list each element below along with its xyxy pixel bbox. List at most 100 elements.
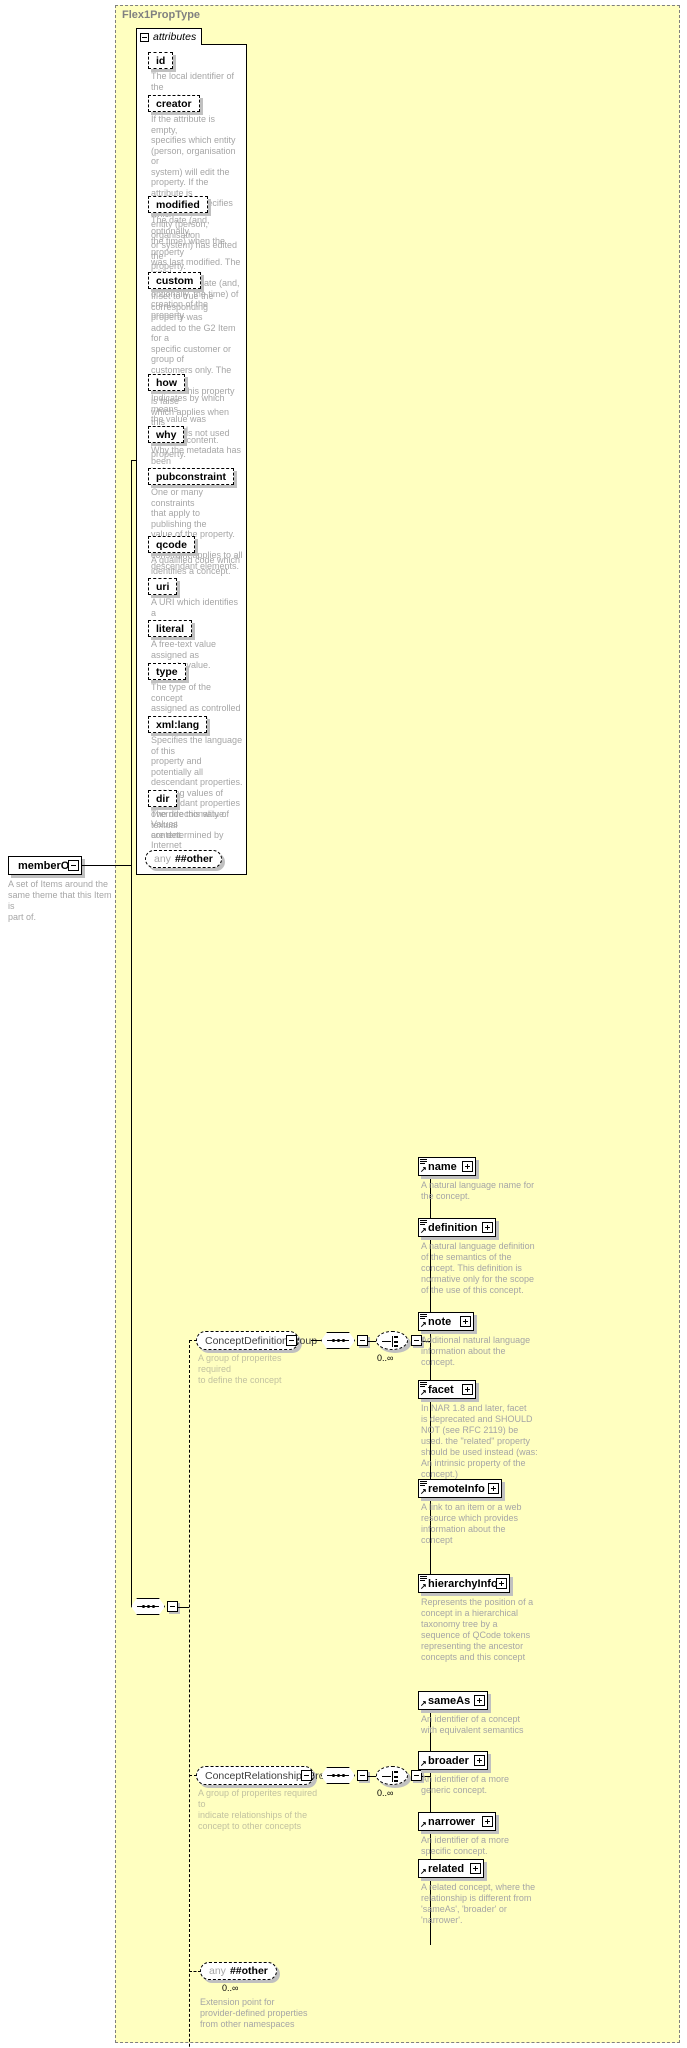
- element-label: related: [428, 1862, 465, 1875]
- wire-sequence1-to-choice: [368, 1341, 376, 1342]
- expand-collapse-icon[interactable]: [286, 1335, 297, 1346]
- choice-dot-icon: [394, 1780, 398, 1782]
- sequence-symbol-group1[interactable]: [321, 1332, 355, 1349]
- element-node-related[interactable]: ↗ related: [418, 1859, 484, 1878]
- sequence-group2-collapse-icon[interactable]: [357, 1770, 368, 1781]
- element-node-facet[interactable]: ↗ facet: [418, 1380, 476, 1399]
- annotation-arrow-icon: ↗: [420, 1699, 427, 1708]
- expand-icon[interactable]: [470, 1863, 481, 1874]
- schema-diagram-canvas: Flex1PropType attributes id The local id…: [0, 0, 687, 2048]
- wire-seq-to-branch: [178, 1607, 189, 1608]
- content-any-other-node[interactable]: any ##other: [200, 1962, 277, 1980]
- sequence-root-collapse-icon[interactable]: [167, 1601, 178, 1612]
- attribute-label: how: [156, 376, 177, 389]
- element-label: note: [428, 1315, 452, 1328]
- sequence-group1-collapse-icon[interactable]: [357, 1335, 368, 1346]
- element-node-remoteinfo[interactable]: ↗ remoteInfo: [418, 1479, 502, 1498]
- element-node-name[interactable]: ↗ name: [418, 1157, 476, 1176]
- attribute-label: type: [156, 665, 178, 678]
- element-label: narrower: [428, 1815, 476, 1828]
- choice-dot-icon: [394, 1771, 398, 1773]
- root-element-memberof[interactable]: memberOf: [8, 856, 82, 875]
- choice-bar-icon: [392, 1771, 393, 1782]
- choice-dot-icon: [394, 1336, 398, 1338]
- element-description: An identifier of a more generic concept.: [421, 1774, 510, 1795]
- attribute-node-pubconstraint[interactable]: pubconstraint: [148, 468, 234, 485]
- element-label: facet: [428, 1383, 454, 1396]
- element-node-sameas[interactable]: ↗ sameAs: [418, 1691, 488, 1710]
- group-label: ConceptRelationshipsGroup: [205, 1769, 337, 1782]
- cardinality-group1: 0..∞: [377, 1353, 394, 1363]
- annotation-arrow-icon: ↗: [420, 1759, 427, 1768]
- wire-memberof-to-trunk: [82, 865, 131, 866]
- element-node-broader[interactable]: ↗ broader: [418, 1751, 488, 1770]
- attribute-node-custom[interactable]: custom: [148, 272, 202, 289]
- attribute-any-other-node[interactable]: any ##other: [145, 850, 222, 868]
- expand-icon[interactable]: [482, 1222, 493, 1233]
- attributes-collapse-icon[interactable]: [140, 32, 149, 42]
- expand-collapse-icon[interactable]: [301, 1770, 312, 1781]
- expand-icon[interactable]: [496, 1578, 507, 1589]
- cardinality-group2: 0..∞: [377, 1788, 394, 1798]
- attribute-node-id[interactable]: id: [148, 52, 174, 69]
- attribute-label: dir: [156, 792, 170, 805]
- any-prefix-label: any: [154, 853, 171, 865]
- expand-icon[interactable]: [488, 1483, 499, 1494]
- attribute-label: modified: [156, 198, 200, 211]
- attribute-node-qcode[interactable]: qcode: [148, 536, 195, 553]
- annotation-arrow-icon: ↗: [420, 1487, 427, 1496]
- element-node-narrower[interactable]: ↗ narrower: [418, 1812, 496, 1831]
- element-description: A link to an item or a web resource whic…: [421, 1502, 522, 1545]
- expand-icon[interactable]: [460, 1316, 471, 1327]
- choice-inlet: [382, 1776, 391, 1777]
- attribute-node-creator[interactable]: creator: [148, 95, 200, 112]
- group-node-conceptrelationshipsgroup[interactable]: ConceptRelationshipsGroup: [196, 1766, 336, 1785]
- attribute-node-dir[interactable]: dir: [148, 790, 178, 807]
- element-label: hierarchyInfo: [428, 1577, 498, 1590]
- element-node-definition[interactable]: ↗ definition: [418, 1218, 496, 1237]
- attribute-label: literal: [156, 622, 185, 635]
- element-description: Represents the position of a concept in …: [421, 1597, 534, 1662]
- complex-type-title: Flex1PropType: [122, 9, 201, 21]
- expand-icon[interactable]: [462, 1161, 473, 1172]
- attribute-label: xml:lang: [156, 718, 200, 731]
- expand-icon[interactable]: [474, 1695, 485, 1706]
- group-node-conceptdefinitiongroup[interactable]: ConceptDefinitionGroup: [196, 1331, 317, 1350]
- element-node-hierarchyinfo[interactable]: ↗ hierarchyInfo: [418, 1574, 510, 1593]
- attribute-node-literal[interactable]: literal: [148, 620, 193, 637]
- element-label: sameAs: [428, 1694, 471, 1707]
- expand-icon[interactable]: [462, 1384, 473, 1395]
- attribute-node-type[interactable]: type: [148, 663, 186, 680]
- element-description: A natural language definition of the sem…: [421, 1241, 535, 1295]
- wire-branch-vertical: [189, 1340, 190, 2048]
- any-namespace-label: ##other: [229, 1965, 268, 1977]
- wire-sequence2-to-choice: [368, 1776, 376, 1777]
- sequence-symbol-group2[interactable]: [321, 1767, 355, 1784]
- attribute-node-how[interactable]: how: [148, 374, 185, 391]
- element-description: Additional natural language information …: [421, 1335, 531, 1367]
- choice-symbol-group2[interactable]: [376, 1766, 408, 1785]
- choice-bar-icon: [392, 1336, 393, 1347]
- element-node-note[interactable]: ↗ note: [418, 1312, 474, 1331]
- attribute-node-uri[interactable]: uri: [148, 578, 178, 595]
- attributes-tab[interactable]: attributes: [136, 28, 202, 45]
- attribute-description: The directionality of textual content.: [151, 809, 230, 840]
- attribute-node-modified[interactable]: modified: [148, 196, 208, 213]
- any-other-description: Extension point for provider-defined pro…: [200, 1997, 308, 2029]
- annotation-arrow-icon: ↗: [420, 1388, 427, 1397]
- expand-icon[interactable]: [482, 1816, 493, 1827]
- choice-symbol-group1[interactable]: [376, 1331, 408, 1350]
- sequence-dots-icon: [137, 1604, 159, 1608]
- annotation-arrow-icon: ↗: [420, 1320, 427, 1329]
- wire-group1-to-sequence: [311, 1340, 321, 1341]
- element-description: In NAR 1.8 and later, facet is deprecate…: [421, 1403, 538, 1479]
- expand-icon[interactable]: [474, 1755, 485, 1766]
- choice-dot-icon: [394, 1775, 398, 1778]
- attribute-node-xml-lang[interactable]: xml:lang: [148, 716, 208, 733]
- attribute-node-why[interactable]: why: [148, 426, 185, 443]
- annotation-arrow-icon: ↗: [420, 1165, 427, 1174]
- wire-trunk-vertical: [131, 460, 132, 1607]
- expand-collapse-icon[interactable]: [68, 860, 79, 871]
- element-description: An identifier of a more specific concept…: [421, 1835, 510, 1856]
- sequence-symbol-root[interactable]: [131, 1598, 165, 1615]
